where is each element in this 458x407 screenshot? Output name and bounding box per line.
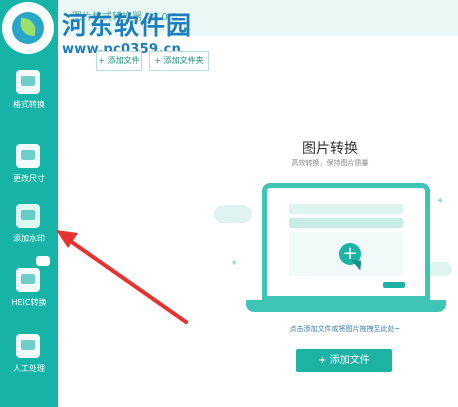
illustration-bar	[289, 204, 403, 214]
sidebar: 格式转换 更改尺寸 添加水印 HEIC转换 人工处理	[0, 0, 58, 407]
sidebar-item-add-watermark[interactable]: 添加水印	[0, 198, 58, 256]
new-badge	[36, 256, 50, 266]
heic-icon	[16, 268, 40, 292]
page-subtitle: 高效转换，保持图片质量	[291, 159, 369, 167]
sidebar-item-label: HEIC转换	[11, 298, 47, 307]
app-logo	[2, 2, 54, 54]
sidebar-item-resize[interactable]: 更改尺寸	[0, 138, 58, 196]
manual-process-icon	[16, 334, 40, 358]
illustration-button	[383, 282, 405, 288]
page-title: 图片转换	[302, 141, 358, 157]
drop-hint: 点击添加文件或将图片拖拽至此处~	[289, 325, 401, 333]
image-convert-icon	[16, 70, 40, 94]
laptop-illustration: +	[262, 183, 430, 301]
sidebar-item-label: 格式转换	[13, 100, 45, 109]
cloud-icon	[428, 262, 452, 276]
cloud-icon	[214, 205, 252, 223]
sidebar-item-heic-convert[interactable]: HEIC转换	[0, 256, 58, 320]
watermark-title: 河东软件园	[62, 11, 193, 40]
sidebar-item-label: 更改尺寸	[13, 174, 45, 183]
illustration-panel	[289, 218, 403, 228]
logo-icon	[12, 12, 44, 44]
laptop-base	[246, 300, 446, 312]
sparkle-icon: ✦	[436, 196, 445, 207]
sidebar-item-manual-process[interactable]: 人工处理	[0, 328, 58, 386]
sidebar-item-label: 人工处理	[13, 364, 45, 373]
resize-icon	[16, 144, 40, 168]
leaf-icon	[18, 17, 38, 37]
add-folder-button[interactable]: + 添加文件夹	[149, 51, 209, 71]
add-file-button[interactable]: + 添加文件	[96, 51, 142, 71]
sidebar-item-label: 添加水印	[13, 234, 45, 243]
watermark-icon	[16, 204, 40, 228]
sparkle-icon: ✦	[230, 258, 239, 269]
sidebar-item-format-convert[interactable]: 格式转换	[0, 64, 58, 122]
add-file-main-button[interactable]: + 添加文件	[296, 349, 392, 372]
